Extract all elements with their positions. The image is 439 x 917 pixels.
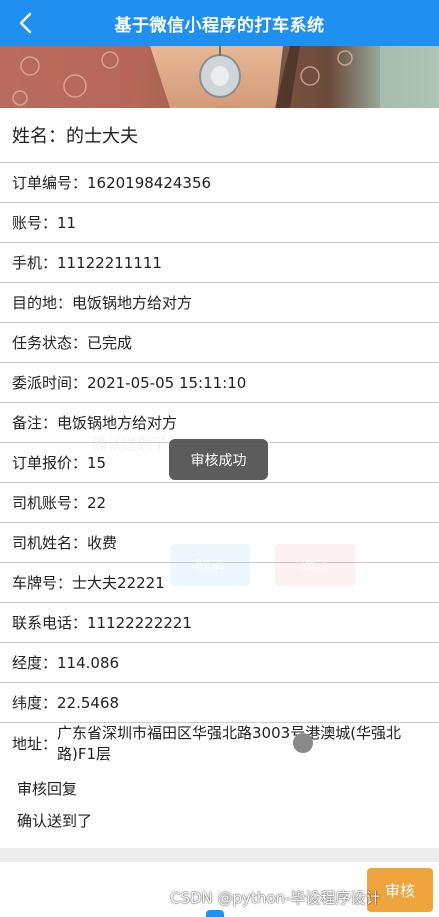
longitude: 经度：114.086 [0,643,439,683]
back-button[interactable] [10,8,40,38]
success-toast: 审核成功 [169,439,268,480]
account: 账号：11 [0,203,439,243]
review-title: 审核回复 [17,780,78,798]
banner-image [0,46,439,108]
dialog-residue-text: 确认送到了 [92,435,168,453]
address-value: 广东省深圳市福田区华强北路3003号港澳城(华强北路)F1层 [57,723,402,763]
passenger-name: 姓名：的士大夫 [0,108,439,163]
driver-account: 司机账号：22 [0,483,439,523]
destination: 目的地：电饭锅地方给对方 [0,283,439,323]
page-title: 基于微信小程序的打车系统 [114,15,325,36]
watermark: CSDN @python-毕设程序设计 [170,889,381,907]
order-detail-list: 姓名：的士大夫 订单编号：1620198424356 账号：11 手机：1112… [0,108,439,765]
floating-drag-handle[interactable] [293,733,313,753]
navigation-bar: 基于微信小程序的打车系统 [0,0,439,46]
task-status: 任务状态：已完成 [0,323,439,363]
dialog-residue-confirm: 确认 [275,544,355,586]
review-section: 审核回复 确认送到了 [0,762,439,848]
section-divider [0,848,439,862]
assign-time: 委派时间：2021-05-05 15:11:10 [0,363,439,403]
review-reply-text: 确认送到了 [17,812,93,830]
order-number: 订单编号：1620198424356 [0,163,439,203]
phone: 手机：11122211111 [0,243,439,283]
latitude: 纬度：22.5468 [0,683,439,723]
chevron-left-icon [19,12,32,34]
scroll-indicator [206,910,224,917]
dialog-residue-cancel: 取消 [170,544,250,586]
remark: 备注：电饭锅地方给对方 [0,403,439,443]
contact-phone: 联系电话：11122222221 [0,603,439,643]
address-label: 地址： [12,735,58,753]
address-row: 地址： 广东省深圳市福田区华强北路3003号港澳城(华强北路)F1层 [0,723,439,765]
